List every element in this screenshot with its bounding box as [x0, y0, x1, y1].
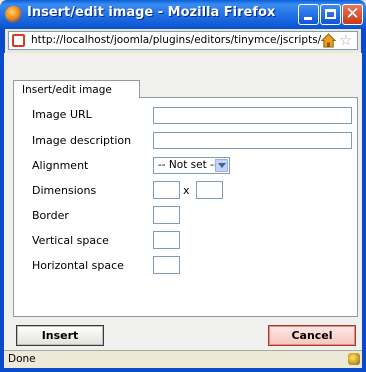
border-input[interactable] [153, 206, 180, 224]
image-url-input[interactable] [153, 107, 352, 124]
tab-insert-edit-image[interactable]: Insert/edit image [13, 80, 140, 98]
dimensions-label: Dimensions [32, 184, 97, 197]
image-description-input[interactable] [153, 132, 352, 149]
maximize-icon [325, 9, 336, 19]
height-input[interactable] [196, 181, 223, 199]
cancel-button[interactable]: Cancel [268, 325, 356, 346]
status-bar: Done [4, 350, 362, 368]
dimensions-separator: x [183, 184, 190, 197]
close-icon: ✕ [345, 4, 360, 24]
window-frame-bottom [0, 368, 366, 372]
maximize-button[interactable] [320, 4, 341, 25]
chevron-down-icon[interactable] [215, 159, 228, 172]
close-button[interactable]: ✕ [342, 4, 363, 25]
minimize-icon [304, 17, 312, 20]
window-frame-right [362, 29, 366, 372]
address-bar: http://localhost/joomla/plugins/editors/… [4, 29, 362, 53]
border-label: Border [32, 209, 69, 222]
insert-button[interactable]: Insert [16, 325, 104, 346]
vertical-space-input[interactable] [153, 231, 180, 249]
status-text: Done [8, 353, 36, 365]
site-favicon-icon [12, 34, 25, 47]
minimize-button[interactable] [298, 4, 319, 25]
alignment-label: Alignment [32, 159, 89, 172]
width-input[interactable] [153, 181, 180, 199]
home-icon[interactable] [321, 33, 336, 48]
star-icon[interactable]: ☆ [339, 31, 352, 49]
firefox-icon [5, 6, 22, 23]
window-title: Insert/edit image - Mozilla Firefox [27, 5, 276, 20]
general-panel: Image URL Image description Alignment --… [13, 97, 358, 317]
image-url-label: Image URL [32, 108, 92, 121]
horizontal-space-label: Horizontal space [32, 259, 124, 272]
image-description-label: Image description [32, 134, 132, 147]
security-icon[interactable] [348, 353, 360, 365]
title-bar: Insert/edit image - Mozilla Firefox ✕ [0, 0, 366, 29]
horizontal-space-input[interactable] [153, 256, 180, 274]
alignment-select[interactable]: -- Not set -- [153, 157, 230, 174]
alignment-selected-value: -- Not set -- [158, 159, 218, 171]
url-field[interactable]: http://localhost/joomla/plugins/editors/… [8, 31, 358, 50]
dialog-content: Insert/edit image Image URL Image descri… [4, 53, 362, 350]
url-text: http://localhost/joomla/plugins/editors/… [31, 34, 322, 46]
vertical-space-label: Vertical space [32, 234, 109, 247]
